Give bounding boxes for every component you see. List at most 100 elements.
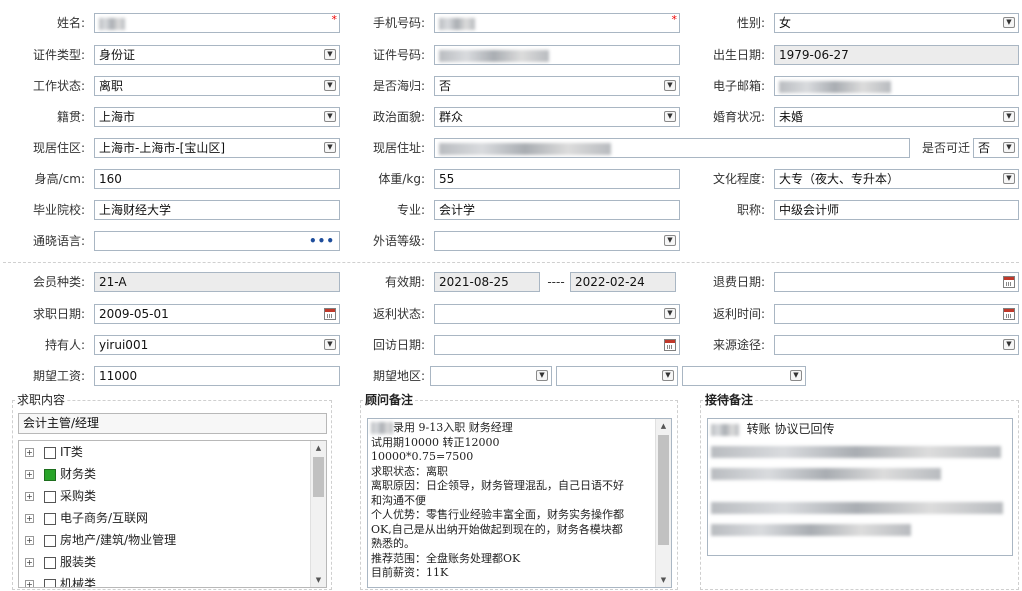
professional-title-input[interactable]: 中级会计师	[774, 200, 1019, 220]
region-province-select[interactable]: ▼	[430, 366, 552, 386]
tree-item-it[interactable]: + IT类	[25, 443, 83, 461]
chevron-down-icon[interactable]: ▼	[662, 370, 674, 381]
scroll-down-icon[interactable]: ▼	[311, 573, 326, 587]
ellipsis-icon[interactable]: •••	[309, 232, 335, 250]
notes-line: 个人优势：零售行业经验丰富全面，财务实务操作都	[371, 508, 624, 521]
chevron-down-icon[interactable]: ▼	[664, 111, 676, 122]
school-input[interactable]: 上海财经大学	[94, 200, 340, 220]
required-mark: *	[331, 13, 338, 26]
chevron-down-icon[interactable]: ▼	[324, 49, 336, 60]
chevron-down-icon[interactable]: ▼	[1003, 339, 1015, 350]
rebate-status-select[interactable]: ▼	[434, 304, 680, 324]
rebate-time-input[interactable]	[774, 304, 1019, 324]
consultant-notes-textarea[interactable]: 录用 9-13入职 财务经理 试用期10000 转正12000 10000*0.…	[367, 418, 672, 588]
language-picker[interactable]: •••	[94, 231, 340, 251]
tree-item-real-estate[interactable]: + 房地产/建筑/物业管理	[25, 531, 176, 549]
tree-item-machinery[interactable]: + 机械类	[25, 575, 96, 587]
refund-date-input[interactable]	[774, 272, 1019, 292]
plus-icon[interactable]: +	[25, 580, 34, 587]
gender-select[interactable]: 女 ▼	[774, 13, 1019, 33]
checkbox[interactable]	[44, 512, 56, 525]
chevron-down-icon[interactable]: ▼	[790, 370, 802, 381]
checkbox[interactable]	[44, 446, 56, 459]
returnee-value: 否	[439, 79, 452, 93]
chevron-down-icon[interactable]: ▼	[664, 308, 676, 319]
native-place-select[interactable]: 上海市 ▼	[94, 107, 340, 127]
apply-date-label: 求职日期:	[32, 307, 85, 321]
chevron-down-icon[interactable]: ▼	[324, 142, 336, 153]
political-select[interactable]: 群众 ▼	[434, 107, 680, 127]
tree-item-label: 房地产/建筑/物业管理	[60, 533, 177, 547]
checkbox[interactable]	[44, 578, 56, 587]
scroll-thumb[interactable]	[313, 457, 324, 497]
tree-item-label: 服装类	[60, 555, 97, 569]
id-type-select[interactable]: 身份证 ▼	[94, 45, 340, 65]
plus-icon[interactable]: +	[25, 492, 34, 501]
tree-item-finance[interactable]: + 财务类	[25, 465, 96, 483]
returnee-select[interactable]: 否 ▼	[434, 76, 680, 96]
work-status-select[interactable]: 离职 ▼	[94, 76, 340, 96]
native-place-label: 籍贯:	[56, 110, 85, 124]
plus-icon[interactable]: +	[25, 448, 34, 457]
tree-scrollbar[interactable]: ▲ ▼	[310, 441, 326, 587]
notes-scrollbar[interactable]: ▲ ▼	[655, 419, 671, 587]
region-district-select[interactable]: ▼	[682, 366, 806, 386]
height-input[interactable]: 160	[94, 169, 340, 189]
apply-date-input[interactable]: 2009-05-01	[94, 304, 340, 324]
checkbox-checked[interactable]	[44, 468, 56, 481]
name-input[interactable]: *	[94, 13, 340, 33]
scroll-thumb[interactable]	[658, 435, 669, 545]
checkbox[interactable]	[44, 556, 56, 569]
relocate-select[interactable]: 否 ▼	[973, 138, 1019, 158]
scroll-up-icon[interactable]: ▲	[656, 419, 671, 433]
checkbox[interactable]	[44, 490, 56, 503]
residence-area-select[interactable]: 上海市-上海市-[宝山区] ▼	[94, 138, 340, 158]
calendar-icon[interactable]	[1003, 308, 1015, 320]
plus-icon[interactable]: +	[25, 536, 34, 545]
tree-item-procurement[interactable]: + 采购类	[25, 487, 96, 505]
source-select[interactable]: ▼	[774, 335, 1019, 355]
plus-icon[interactable]: +	[25, 514, 34, 523]
expected-salary-input[interactable]: 11000	[94, 366, 340, 386]
calendar-icon[interactable]	[664, 339, 676, 351]
email-input[interactable]	[774, 76, 1019, 96]
major-input[interactable]: 会计学	[434, 200, 680, 220]
job-category-tree[interactable]: + IT类 + 财务类 + 采购类 + 电子商务/互联网 + 房地产/建筑/物业管理 + 服…	[18, 440, 327, 588]
tree-item-apparel[interactable]: + 服装类	[25, 553, 96, 571]
tree-item-ecommerce[interactable]: + 电子商务/互联网	[25, 509, 148, 527]
name-label: 姓名:	[56, 16, 85, 30]
calendar-icon[interactable]	[1003, 276, 1015, 288]
chevron-down-icon[interactable]: ▼	[1003, 17, 1015, 28]
member-type-label: 会员种类:	[32, 275, 85, 289]
mobile-input[interactable]: *	[434, 13, 680, 33]
address-input[interactable]	[434, 138, 910, 158]
consultant-notes-title: 顾问备注	[363, 392, 416, 408]
visit-date-input[interactable]	[434, 335, 680, 355]
chevron-down-icon[interactable]: ▼	[324, 339, 336, 350]
education-select[interactable]: 大专（夜大、专升本） ▼	[774, 169, 1019, 189]
chevron-down-icon[interactable]: ▼	[324, 80, 336, 91]
scroll-down-icon[interactable]: ▼	[656, 573, 671, 587]
region-city-select[interactable]: ▼	[556, 366, 678, 386]
marital-select[interactable]: 未婚 ▼	[774, 107, 1019, 127]
chevron-down-icon[interactable]: ▼	[1003, 142, 1015, 153]
plus-icon[interactable]: +	[25, 470, 34, 479]
chevron-down-icon[interactable]: ▼	[664, 80, 676, 91]
id-number-input[interactable]	[434, 45, 680, 65]
plus-icon[interactable]: +	[25, 558, 34, 567]
notes-line: 转账 协议已回传	[746, 422, 835, 436]
calendar-icon[interactable]	[324, 308, 336, 320]
chevron-down-icon[interactable]: ▼	[664, 235, 676, 246]
chevron-down-icon[interactable]: ▼	[1003, 173, 1015, 184]
weight-input[interactable]: 55	[434, 169, 680, 189]
chevron-down-icon[interactable]: ▼	[536, 370, 548, 381]
foreign-level-select[interactable]: ▼	[434, 231, 680, 251]
tree-item-label: 财务类	[60, 467, 97, 481]
notes-line: 目前薪资：11K	[371, 566, 449, 579]
checkbox[interactable]	[44, 534, 56, 547]
scroll-up-icon[interactable]: ▲	[311, 441, 326, 455]
reception-notes-textarea[interactable]: 转账 协议已回传	[707, 418, 1013, 556]
chevron-down-icon[interactable]: ▼	[1003, 111, 1015, 122]
holder-select[interactable]: yirui001 ▼	[94, 335, 340, 355]
chevron-down-icon[interactable]: ▼	[324, 111, 336, 122]
